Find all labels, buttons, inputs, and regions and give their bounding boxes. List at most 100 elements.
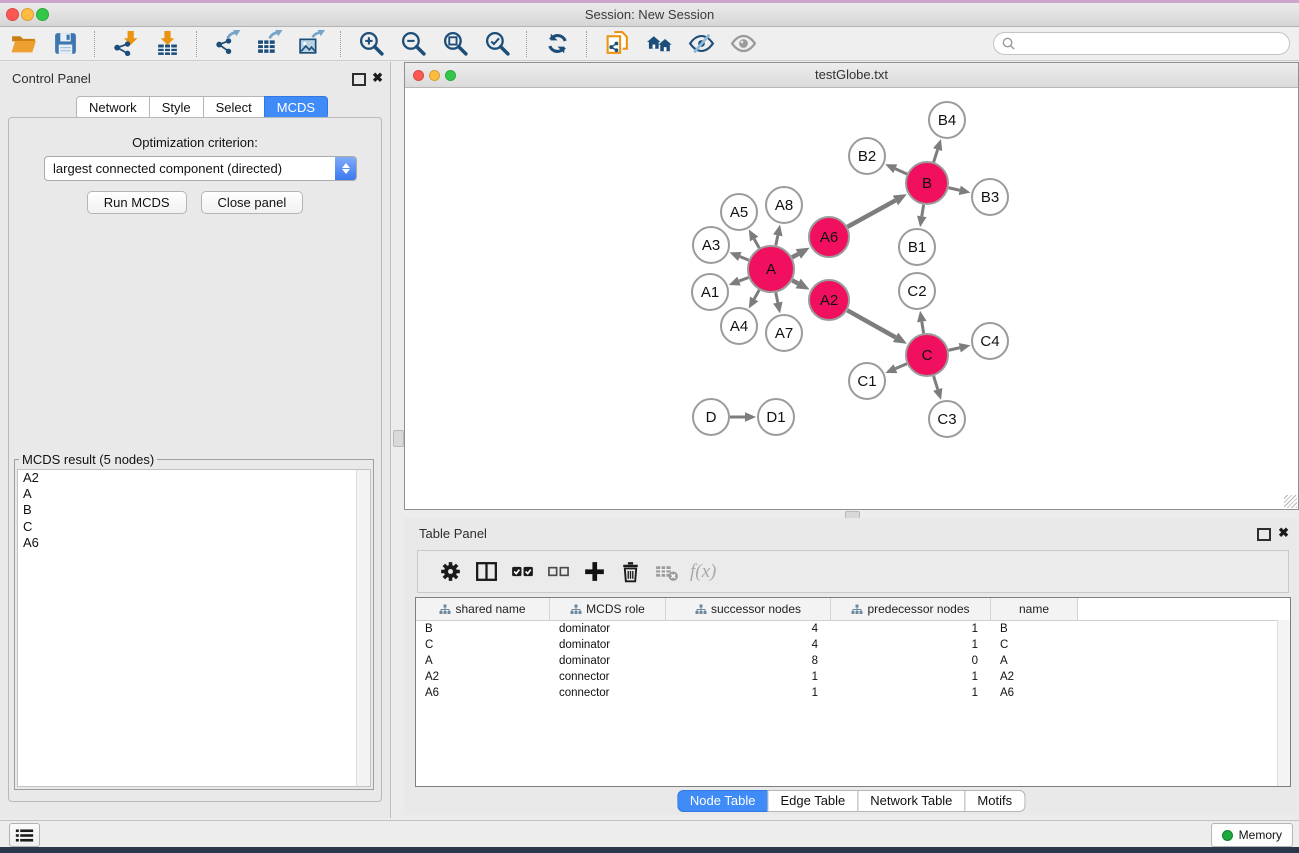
- column-header-shared-name[interactable]: shared name: [416, 598, 550, 620]
- close-panel-button[interactable]: Close panel: [201, 191, 304, 214]
- show-all-button[interactable]: [723, 29, 763, 59]
- edge-B-B4[interactable]: [934, 150, 938, 162]
- edge-C-C2[interactable]: [922, 322, 924, 334]
- edge-A-A2[interactable]: [792, 280, 798, 283]
- first-neighbors-button[interactable]: [639, 29, 679, 59]
- tab-style[interactable]: Style: [149, 96, 204, 119]
- edge-arrowhead: [933, 139, 942, 151]
- table-close-panel-icon[interactable]: ✖: [1278, 526, 1289, 539]
- column-header-predecessor-nodes[interactable]: predecessor nodes: [831, 598, 991, 620]
- edge-A2-C[interactable]: [847, 310, 895, 337]
- edge-A-A4[interactable]: [754, 290, 759, 299]
- edge-A-A3[interactable]: [740, 257, 749, 261]
- edge-A6-B[interactable]: [847, 200, 895, 226]
- optimization-criterion-select[interactable]: largest connected component (directed): [44, 156, 357, 181]
- control-panel-title: Control Panel: [12, 71, 91, 86]
- edge-B-B2[interactable]: [895, 169, 907, 174]
- edge-C-C3[interactable]: [934, 376, 938, 389]
- zoom-out-icon: [400, 30, 427, 57]
- node-label-D1: D1: [766, 409, 785, 426]
- search-box[interactable]: [993, 32, 1290, 55]
- save-session-button[interactable]: [45, 29, 85, 59]
- edge-A-A7[interactable]: [776, 293, 778, 303]
- tab-network-table[interactable]: Network Table: [857, 790, 965, 812]
- window-resize-grip[interactable]: [1284, 495, 1297, 508]
- mcds-result-legend: MCDS result (5 nodes): [19, 452, 157, 467]
- node-label-C3: C3: [937, 411, 956, 428]
- zoom-out-button[interactable]: [393, 29, 433, 59]
- zoom-in-button[interactable]: [351, 29, 391, 59]
- mcds-result-item[interactable]: A6: [18, 535, 370, 551]
- select-all-checkboxes-button[interactable]: [504, 555, 540, 589]
- mcds-result-item[interactable]: A2: [18, 470, 370, 486]
- table-panel-title: Table Panel: [419, 526, 487, 541]
- float-panel-icon[interactable]: [352, 73, 366, 86]
- task-history-button[interactable]: [9, 823, 40, 847]
- table-row[interactable]: Bdominator41B: [416, 621, 1290, 637]
- edge-C-C4[interactable]: [948, 348, 959, 351]
- edge-B-B3[interactable]: [948, 188, 959, 191]
- criterion-selected-value: largest connected component (directed): [53, 157, 282, 180]
- network-canvas[interactable]: AA1A2A3A4A5A6A7A8BB1B2B3B4CC1C2C3C4DD1: [405, 88, 1298, 509]
- run-mcds-button[interactable]: Run MCDS: [87, 191, 187, 214]
- tab-edge-table[interactable]: Edge Table: [767, 790, 858, 812]
- edge-A-A8[interactable]: [776, 235, 778, 245]
- import-table-button[interactable]: [147, 29, 187, 59]
- zoom-fit-button[interactable]: [435, 29, 475, 59]
- close-panel-icon[interactable]: ✖: [372, 71, 383, 84]
- vertical-splitter-handle[interactable]: [393, 430, 404, 447]
- edge-B-B1[interactable]: [922, 205, 924, 217]
- new-network-from-selection-button[interactable]: [597, 29, 637, 59]
- tab-network[interactable]: Network: [76, 96, 150, 119]
- minimize-traffic-light[interactable]: [21, 8, 34, 21]
- export-network-button[interactable]: [207, 29, 247, 59]
- mcds-result-item[interactable]: A: [18, 486, 370, 502]
- desktop-strip-bottom: [0, 847, 1299, 853]
- refresh-layout-button[interactable]: [537, 29, 577, 59]
- close-traffic-light[interactable]: [6, 8, 19, 21]
- table-row[interactable]: Adominator80A: [416, 653, 1290, 669]
- edge-A-A6[interactable]: [792, 254, 798, 257]
- tab-motifs[interactable]: Motifs: [964, 790, 1025, 812]
- attribute-tree-icon: [570, 604, 582, 615]
- table-float-panel-icon[interactable]: [1257, 528, 1271, 541]
- network-window-titlebar[interactable]: testGlobe.txt: [405, 63, 1298, 88]
- maximize-traffic-light[interactable]: [36, 8, 49, 21]
- import-network-button[interactable]: [105, 29, 145, 59]
- hide-selected-button[interactable]: [681, 29, 721, 59]
- add-column-plus-button[interactable]: [576, 555, 612, 589]
- toggle-panel-split-button[interactable]: [468, 555, 504, 589]
- memory-button[interactable]: Memory: [1211, 823, 1293, 847]
- mcds-result-item[interactable]: C: [18, 519, 370, 535]
- export-image-button[interactable]: [291, 29, 331, 59]
- table-row[interactable]: A6connector11A6: [416, 685, 1290, 701]
- network-maximize-traffic-light[interactable]: [445, 70, 456, 81]
- edge-C-C1[interactable]: [895, 364, 906, 369]
- column-header-mcds-role[interactable]: MCDS role: [550, 598, 666, 620]
- zoom-selected-button[interactable]: [477, 29, 517, 59]
- edge-A-A1[interactable]: [739, 277, 749, 281]
- delete-column-trash-button[interactable]: [612, 555, 648, 589]
- node-table-scrollbar[interactable]: [1277, 620, 1290, 786]
- open-session-button[interactable]: [3, 29, 43, 59]
- edge-A-A5[interactable]: [754, 239, 759, 248]
- table-cell: A6: [416, 685, 550, 701]
- tab-node-table[interactable]: Node Table: [677, 790, 769, 812]
- function-builder-fx-button[interactable]: f(x): [690, 561, 716, 583]
- tab-select[interactable]: Select: [203, 96, 265, 119]
- export-table-button[interactable]: [249, 29, 289, 59]
- delete-table-grid-button[interactable]: [648, 555, 684, 589]
- column-header-successor-nodes[interactable]: successor nodes: [666, 598, 831, 620]
- table-row[interactable]: Cdominator41C: [416, 637, 1290, 653]
- deselect-all-checkboxes-button[interactable]: [540, 555, 576, 589]
- search-input[interactable]: [1016, 34, 1289, 54]
- table-row[interactable]: A2connector11A2: [416, 669, 1290, 685]
- column-header-name[interactable]: name: [991, 598, 1078, 620]
- network-close-traffic-light[interactable]: [413, 70, 424, 81]
- select-stepper-icon[interactable]: [335, 157, 356, 180]
- table-settings-gear-button[interactable]: [432, 555, 468, 589]
- mcds-result-item[interactable]: B: [18, 502, 370, 518]
- tab-mcds[interactable]: MCDS: [264, 96, 328, 119]
- network-minimize-traffic-light[interactable]: [429, 70, 440, 81]
- result-list-scrollbar[interactable]: [356, 470, 370, 786]
